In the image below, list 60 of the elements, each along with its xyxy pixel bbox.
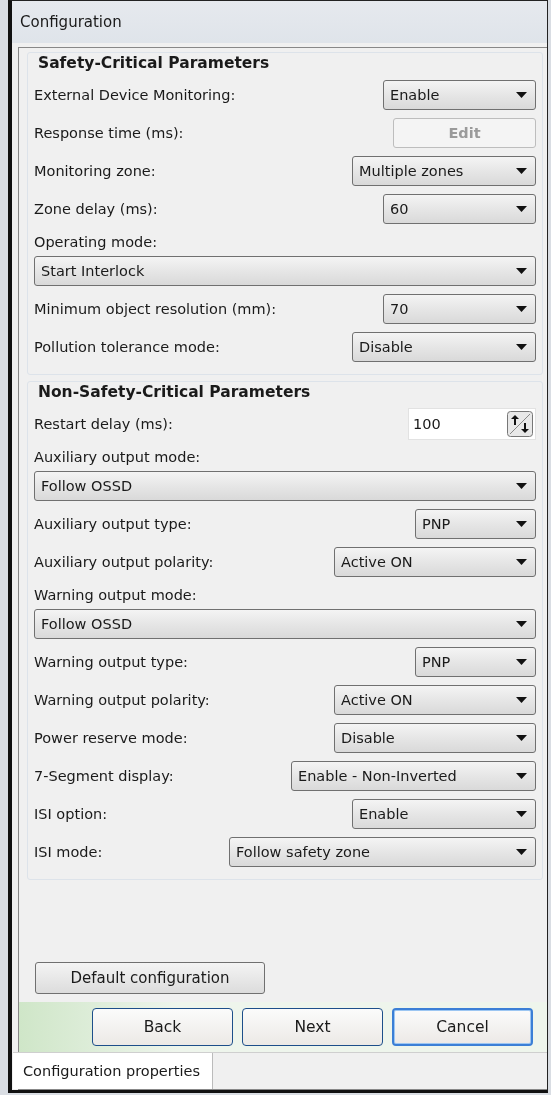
caret-icon (516, 521, 527, 527)
field-label: ISI option: (34, 805, 108, 824)
nav-button[interactable]: Back (92, 1008, 233, 1046)
dropdown[interactable]: 60 (383, 194, 536, 224)
window-title: Configuration (20, 13, 122, 31)
field-label: Warning output mode: (34, 586, 198, 605)
caret-icon (516, 306, 527, 312)
group-title: Safety-Critical Parameters (38, 54, 271, 72)
dropdown[interactable]: 70 (383, 294, 536, 324)
field-label: External Device Monitoring: (34, 86, 236, 105)
dropdown[interactable]: Enable (352, 799, 536, 829)
status-text: Configuration properties (13, 1053, 213, 1089)
caret-icon (516, 659, 527, 665)
dropdown[interactable]: Enable (383, 80, 536, 110)
caret-icon (516, 168, 527, 174)
dropdown[interactable]: PNP (415, 647, 536, 677)
dropdown[interactable]: Disable (334, 723, 536, 753)
default-configuration-button[interactable]: Default configuration (35, 962, 265, 994)
field-label: Restart delay (ms): (34, 415, 173, 434)
dropdown[interactable]: PNP (415, 509, 536, 539)
nav-button[interactable]: Next (242, 1008, 383, 1046)
dropdown[interactable]: Follow safety zone (229, 837, 536, 867)
field-label: 7-Segment display: (34, 767, 174, 786)
dropdown[interactable]: Follow OSSD (34, 609, 536, 639)
field-label: Warning output polarity: (34, 691, 210, 710)
caret-icon (516, 735, 527, 741)
dropdown[interactable]: Enable - Non-Inverted (291, 761, 536, 791)
caret-icon (516, 849, 527, 855)
caret-icon (516, 811, 527, 817)
dropdown[interactable]: Start Interlock (34, 256, 536, 286)
field-label: Operating mode: (34, 233, 159, 252)
field-label: Zone delay (ms): (34, 200, 158, 219)
field-label: Pollution tolerance mode: (34, 338, 220, 357)
dropdown[interactable]: Follow OSSD (34, 471, 536, 501)
caret-icon (516, 268, 527, 274)
field-label: ISI mode: (34, 843, 103, 862)
group-title: Non-Safety-Critical Parameters (38, 383, 312, 401)
dropdown[interactable]: Active ON (334, 685, 536, 715)
caret-icon (516, 697, 527, 703)
caret-icon (516, 206, 527, 212)
spin-field[interactable]: 100 (408, 408, 536, 440)
caret-icon (516, 559, 527, 565)
field-label: Auxiliary output type: (34, 515, 192, 534)
dropdown[interactable]: Active ON (334, 547, 536, 577)
caret-icon (516, 92, 527, 98)
field-label: Monitoring zone: (34, 162, 156, 181)
field-label: Auxiliary output polarity: (34, 553, 214, 572)
caret-icon (516, 773, 527, 779)
caret-icon (516, 344, 527, 350)
caret-icon (516, 621, 527, 627)
field-label: Warning output type: (34, 653, 188, 672)
field-label: Auxiliary output mode: (34, 448, 202, 467)
caret-icon (516, 483, 527, 489)
spin-arrows-icon[interactable] (507, 411, 533, 437)
dropdown[interactable]: Disable (352, 332, 536, 362)
field-label: Minimum object resolution (mm): (34, 300, 277, 319)
field-label: Response time (ms): (34, 124, 184, 143)
field-label: Power reserve mode: (34, 729, 188, 748)
nav-button[interactable]: Cancel (392, 1008, 533, 1046)
dropdown[interactable]: Multiple zones (352, 156, 536, 186)
